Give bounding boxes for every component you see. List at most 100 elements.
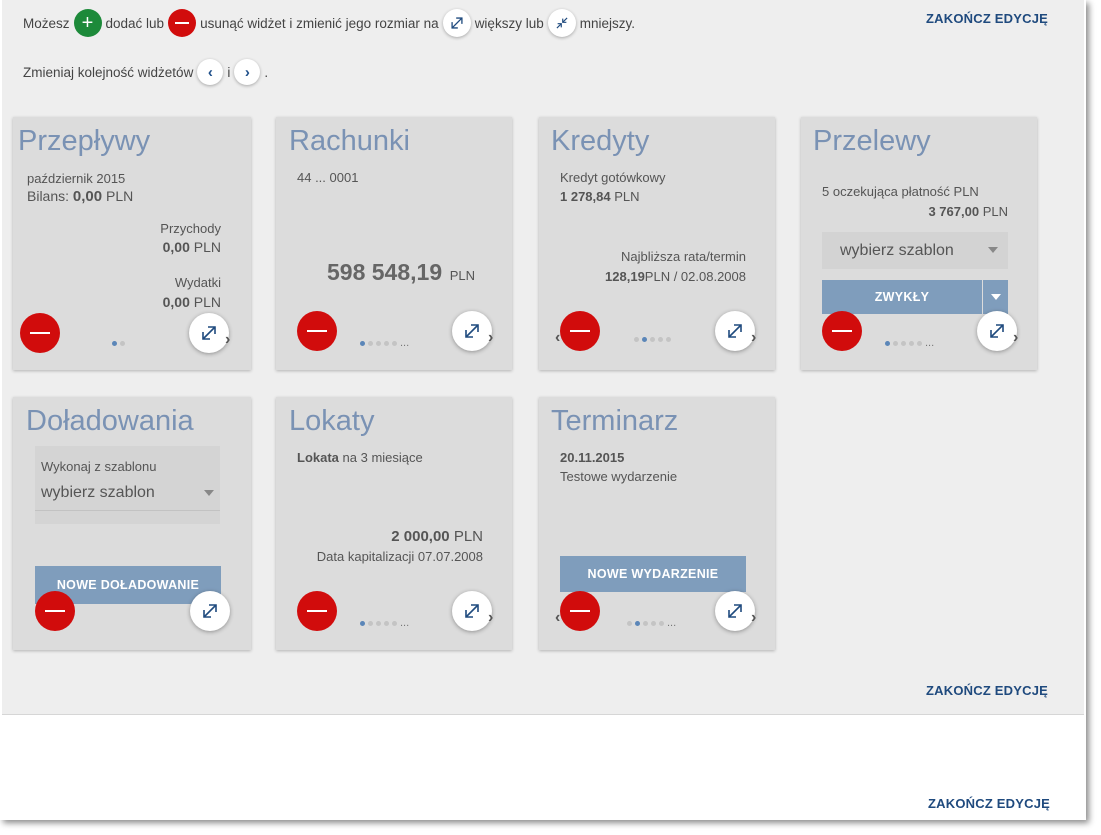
expand-icon xyxy=(465,604,479,618)
widget-title: Kredyty xyxy=(551,125,650,157)
balance-amount: 598 548,19 xyxy=(327,259,443,285)
end-edit-link-bottom[interactable]: ZAKOŃCZ EDYCJĘ xyxy=(928,796,1050,811)
widget-doladowania: Doładowania Wykonaj z szablonu wybierz s… xyxy=(13,397,251,650)
info-text: mniejszy. xyxy=(579,15,635,31)
end-edit-link-middle[interactable]: ZAKOŃCZ EDYCJĘ xyxy=(926,683,1048,698)
account-number: 44 ... 0001 xyxy=(297,170,359,185)
credit-amount: 1 278,84 xyxy=(560,189,611,204)
new-event-button[interactable]: NOWE WYDARZENIE xyxy=(560,556,746,592)
event-date: 20.11.2015 xyxy=(560,450,625,465)
widget-lokaty: Lokaty Lokata na 3 miesiące 2 000,00 PLN… xyxy=(276,397,512,650)
topup-select-box[interactable]: Wykonaj z szablonu wybierz szablon xyxy=(35,446,220,524)
resize-widget-button[interactable] xyxy=(190,591,230,631)
chevron-down-icon xyxy=(204,490,214,496)
credit-amount-line: 1 278,84 PLN xyxy=(560,189,640,204)
remove-widget-button[interactable] xyxy=(297,311,337,351)
income-line: 0,00 PLN xyxy=(163,239,221,255)
shrink-icon xyxy=(547,9,576,37)
remove-widget-button[interactable] xyxy=(560,311,600,351)
remove-widget-button[interactable] xyxy=(20,313,60,353)
widget-terminarz: Terminarz 20.11.2015 Testowe wydarzenie … xyxy=(539,397,775,650)
chevron-right-icon[interactable]: › xyxy=(488,329,493,347)
info-text: Zmieniaj kolejność widżetów xyxy=(23,64,194,80)
widget-title: Przelewy xyxy=(813,125,931,157)
pager-dots[interactable]: ... xyxy=(360,337,409,349)
account-balance: 598 548,19 PLN xyxy=(327,259,475,286)
transfer-type-button[interactable]: ZWYKŁY xyxy=(822,280,982,314)
expand-icon xyxy=(442,9,471,37)
deposit-amount-line: 2 000,00 PLN xyxy=(391,528,483,545)
edit-zone: Możesz + dodać lub usunąć widżet i zmien… xyxy=(2,0,1084,715)
resize-widget-button[interactable] xyxy=(977,311,1017,351)
chevron-down-icon xyxy=(988,247,998,253)
select-value: wybierz szablon xyxy=(840,241,954,259)
capitalization-date: Data kapitalizacji 07.07.2008 xyxy=(316,549,483,564)
pager-dots[interactable]: ... xyxy=(360,617,409,629)
currency: PLN xyxy=(106,188,134,204)
currency: PLN xyxy=(449,268,476,283)
deposit-name: Lokata na 3 miesiące xyxy=(297,450,423,465)
currency: PLN xyxy=(193,239,221,255)
widget-title: Przepływy xyxy=(18,125,151,157)
currency: PLN xyxy=(453,528,483,545)
resize-widget-button[interactable] xyxy=(452,311,492,351)
remove-widget-button[interactable] xyxy=(822,311,862,351)
balance-value: 0,00 xyxy=(72,188,103,205)
credit-name: Kredyt gotówkowy xyxy=(560,170,666,185)
expand-icon xyxy=(203,604,217,618)
pager-dots[interactable]: ... xyxy=(627,617,676,629)
pager-dots[interactable] xyxy=(112,341,125,346)
info-text: . xyxy=(264,64,269,80)
resize-widget-button[interactable] xyxy=(715,591,755,631)
widget-przelewy: Przelewy 5 oczekująca płatność PLN 3 767… xyxy=(801,117,1037,370)
chevron-right-icon[interactable]: › xyxy=(488,609,493,627)
widget-title: Rachunki xyxy=(289,125,410,157)
chevron-right-icon[interactable]: › xyxy=(751,329,756,347)
transfer-type-dropdown[interactable] xyxy=(983,280,1008,314)
expand-icon xyxy=(202,326,216,340)
chevron-right-icon[interactable]: › xyxy=(225,331,230,349)
balance-label: Bilans: xyxy=(27,188,70,204)
next-installment-amount: 128,19 xyxy=(605,269,645,284)
income-label: Przychody xyxy=(160,221,221,236)
remove-widget-button[interactable] xyxy=(297,591,337,631)
remove-widget-button[interactable] xyxy=(560,591,600,631)
info-text: i xyxy=(227,64,231,80)
chevron-right-icon[interactable]: › xyxy=(1013,329,1018,347)
expense-value: 0,00 xyxy=(162,294,190,310)
minus-icon xyxy=(168,9,197,37)
chevron-right-icon: › xyxy=(234,59,261,85)
edit-instructions-line2: Zmieniaj kolejność widżetów ‹ i › . xyxy=(21,59,270,85)
end-edit-link-top[interactable]: ZAKOŃCZ EDYCJĘ xyxy=(926,11,1048,26)
balance-line: Bilans: 0,00 PLN xyxy=(27,188,133,205)
pager-more: ... xyxy=(667,617,677,629)
info-text: Możesz xyxy=(23,15,70,31)
expense-line: 0,00 PLN xyxy=(163,294,221,310)
resize-widget-button[interactable] xyxy=(715,311,755,351)
period-text: październik 2015 xyxy=(27,171,126,186)
next-installment-date: PLN / 02.08.2008 xyxy=(644,269,746,284)
expand-icon xyxy=(728,324,742,338)
info-text: dodać lub xyxy=(105,15,165,31)
expand-icon xyxy=(465,324,479,338)
pager-more: ... xyxy=(400,617,410,629)
pager-dots[interactable] xyxy=(634,337,671,342)
next-installment-label: Najbliższa rata/termin xyxy=(621,249,746,264)
income-value: 0,00 xyxy=(162,239,190,255)
plus-icon: + xyxy=(73,9,102,37)
chevron-down-icon xyxy=(990,294,1001,300)
chevron-right-icon[interactable]: › xyxy=(751,609,756,627)
next-installment-line: 128,19PLN / 02.08.2008 xyxy=(605,269,746,284)
resize-widget-button[interactable] xyxy=(189,313,229,353)
remove-widget-button[interactable] xyxy=(35,591,75,631)
currency: PLN xyxy=(982,204,1008,219)
info-text: większy lub xyxy=(474,15,544,31)
pending-amount: 3 767,00 xyxy=(928,204,980,219)
resize-widget-button[interactable] xyxy=(452,591,492,631)
select-label: Wykonaj z szablonu xyxy=(41,459,157,474)
event-name: Testowe wydarzenie xyxy=(560,469,678,484)
pager-dots[interactable]: ... xyxy=(885,337,934,349)
widget-title: Terminarz xyxy=(551,405,679,437)
widget-przeplywy: Przepływy październik 2015 Bilans: 0,00 … xyxy=(13,117,251,370)
template-select[interactable]: wybierz szablon xyxy=(822,232,1008,269)
